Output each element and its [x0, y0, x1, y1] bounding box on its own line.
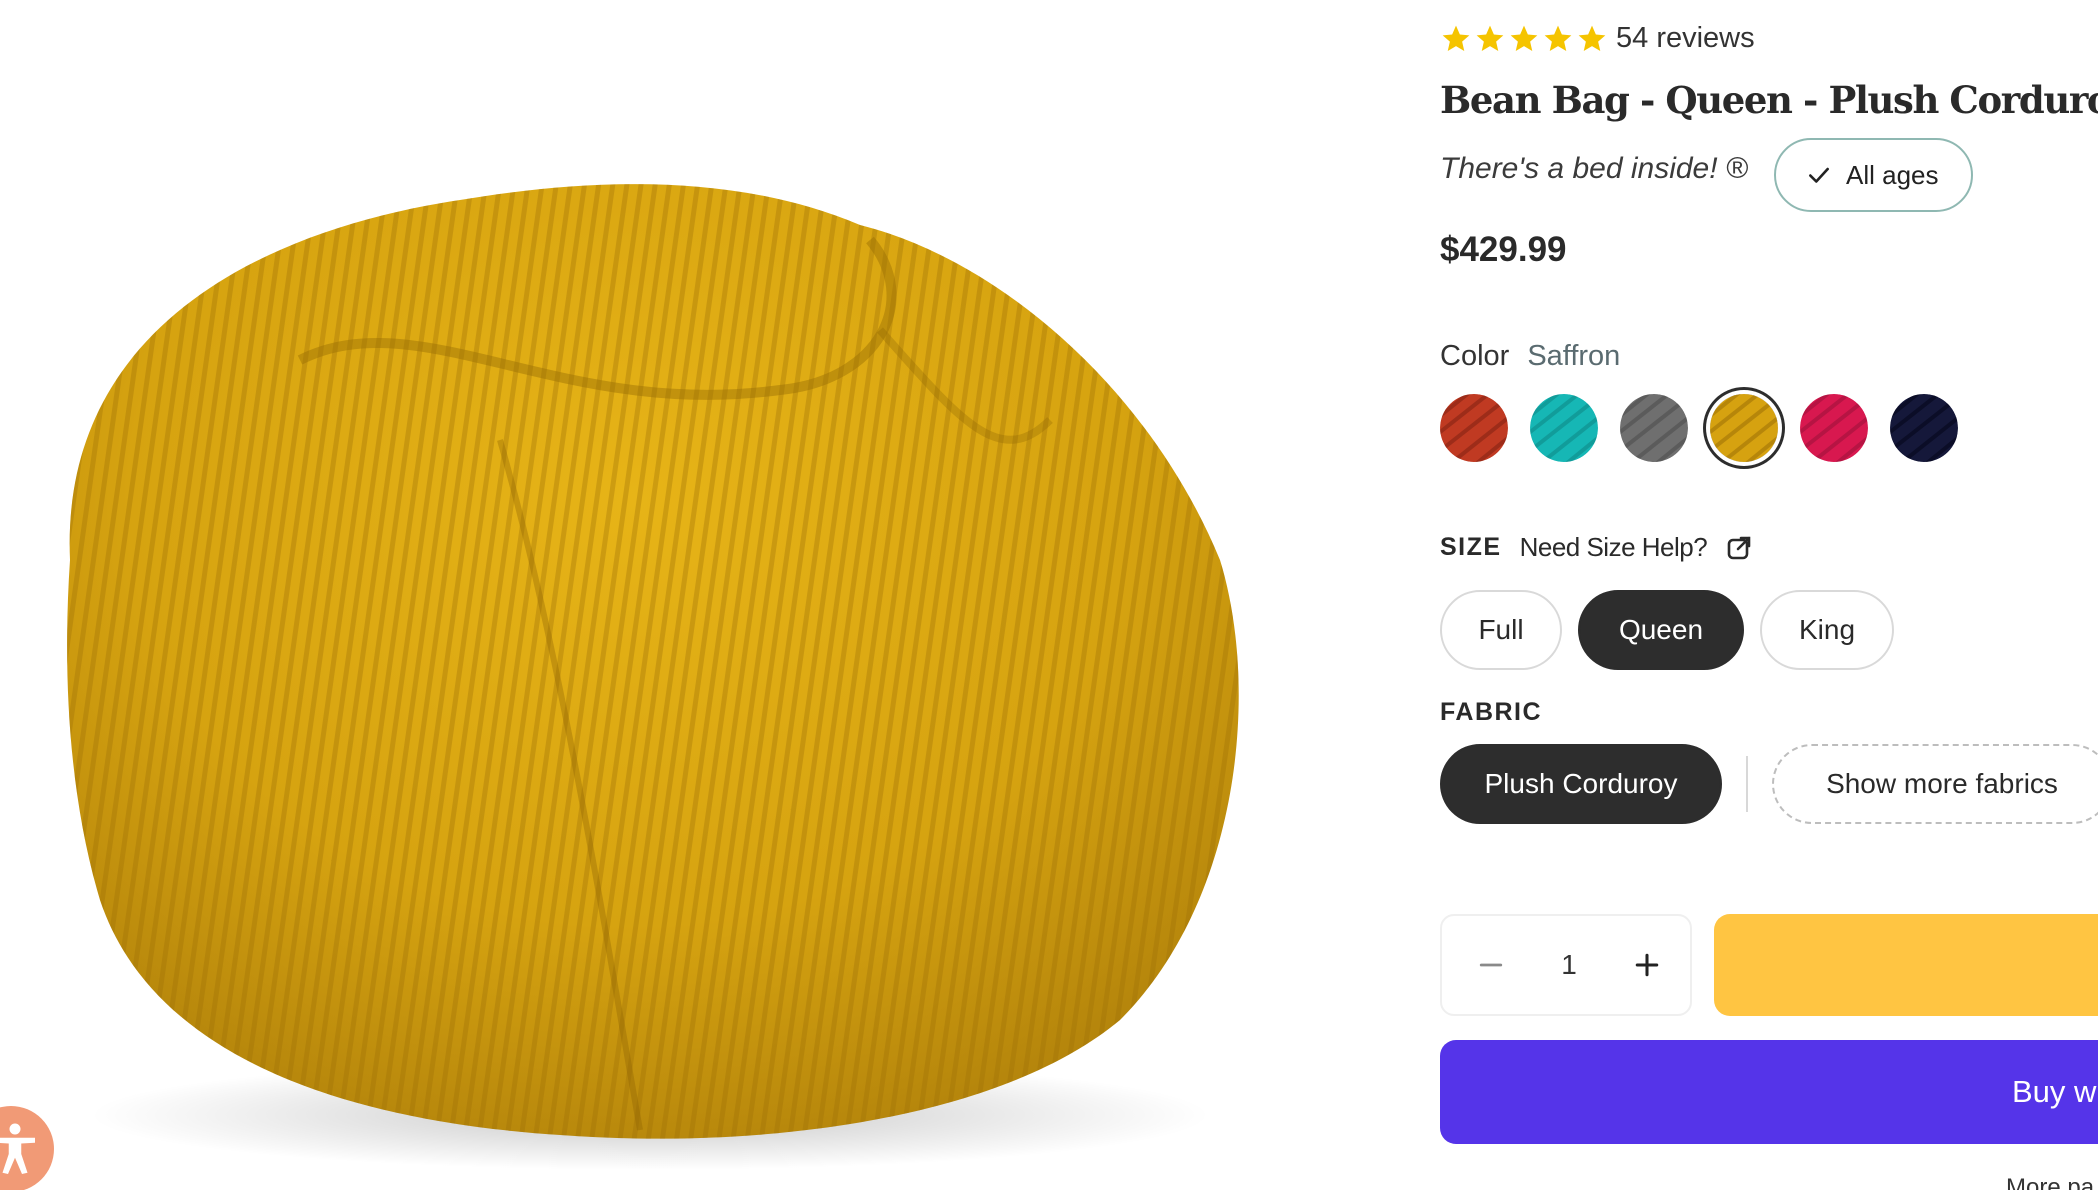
color-swatches: [1440, 394, 1958, 462]
size-options: Full Queen King: [1440, 590, 1894, 670]
product-price: $429.99: [1440, 230, 1567, 269]
swatch-gray[interactable]: [1620, 394, 1688, 462]
star-icon: [1578, 25, 1606, 51]
quantity-stepper: 1: [1440, 914, 1692, 1016]
size-label: SIZE: [1440, 533, 1502, 561]
add-to-cart-button[interactable]: [1714, 914, 2098, 1016]
reviews-link[interactable]: 54 reviews: [1616, 22, 1755, 55]
show-more-fabrics-button[interactable]: Show more fabrics: [1772, 744, 2098, 824]
rating-summary[interactable]: 54 reviews: [1440, 22, 1755, 55]
fabric-divider: [1746, 756, 1748, 812]
color-label: Color: [1440, 340, 1510, 372]
star-icon: [1476, 25, 1504, 51]
plus-icon: [1635, 953, 1659, 977]
star-rating: [1440, 23, 1608, 55]
star-icon: [1510, 25, 1538, 51]
increase-quantity-button[interactable]: [1630, 948, 1664, 982]
external-link-icon[interactable]: [1727, 536, 1751, 560]
more-payment-options-link[interactable]: More pa: [2006, 1174, 2094, 1190]
fabric-option-plush-corduroy[interactable]: Plush Corduroy: [1440, 744, 1722, 824]
swatch-navy[interactable]: [1890, 394, 1958, 462]
buy-now-button[interactable]: Buy w: [1440, 1040, 2098, 1144]
swatch-pink[interactable]: [1800, 394, 1868, 462]
check-icon: [1809, 167, 1829, 183]
size-help-link[interactable]: Need Size Help?: [1520, 532, 1708, 563]
minus-icon: [1479, 963, 1503, 967]
size-option-queen[interactable]: Queen: [1578, 590, 1744, 670]
size-option-king[interactable]: King: [1760, 590, 1894, 670]
selected-color-name: Saffron: [1527, 340, 1621, 372]
quantity-value[interactable]: 1: [1561, 949, 1577, 981]
star-icon: [1544, 25, 1572, 51]
color-selection-header: Color Saffron: [1440, 340, 1620, 373]
decrease-quantity-button[interactable]: [1474, 948, 1508, 982]
swatch-teal[interactable]: [1530, 394, 1598, 462]
product-image[interactable]: [0, 0, 1400, 1190]
age-badge: All ages: [1774, 138, 1973, 212]
product-title: Bean Bag - Queen - Plush Corduroy: [1440, 78, 2098, 122]
fabric-label: FABRIC: [1440, 698, 1543, 726]
size-header: SIZE Need Size Help?: [1440, 532, 1751, 563]
product-info-panel: 54 reviews Bean Bag - Queen - Plush Cord…: [1440, 0, 2098, 1190]
accessibility-icon: [0, 1123, 35, 1174]
product-tagline: There's a bed inside! ®: [1440, 152, 1748, 185]
swatch-saffron[interactable]: [1710, 394, 1778, 462]
fabric-options: Plush Corduroy Show more fabrics: [1440, 744, 2098, 824]
star-icon: [1442, 25, 1470, 51]
age-badge-label: All ages: [1846, 159, 1939, 190]
size-option-full[interactable]: Full: [1440, 590, 1562, 670]
swatch-red[interactable]: [1440, 394, 1508, 462]
